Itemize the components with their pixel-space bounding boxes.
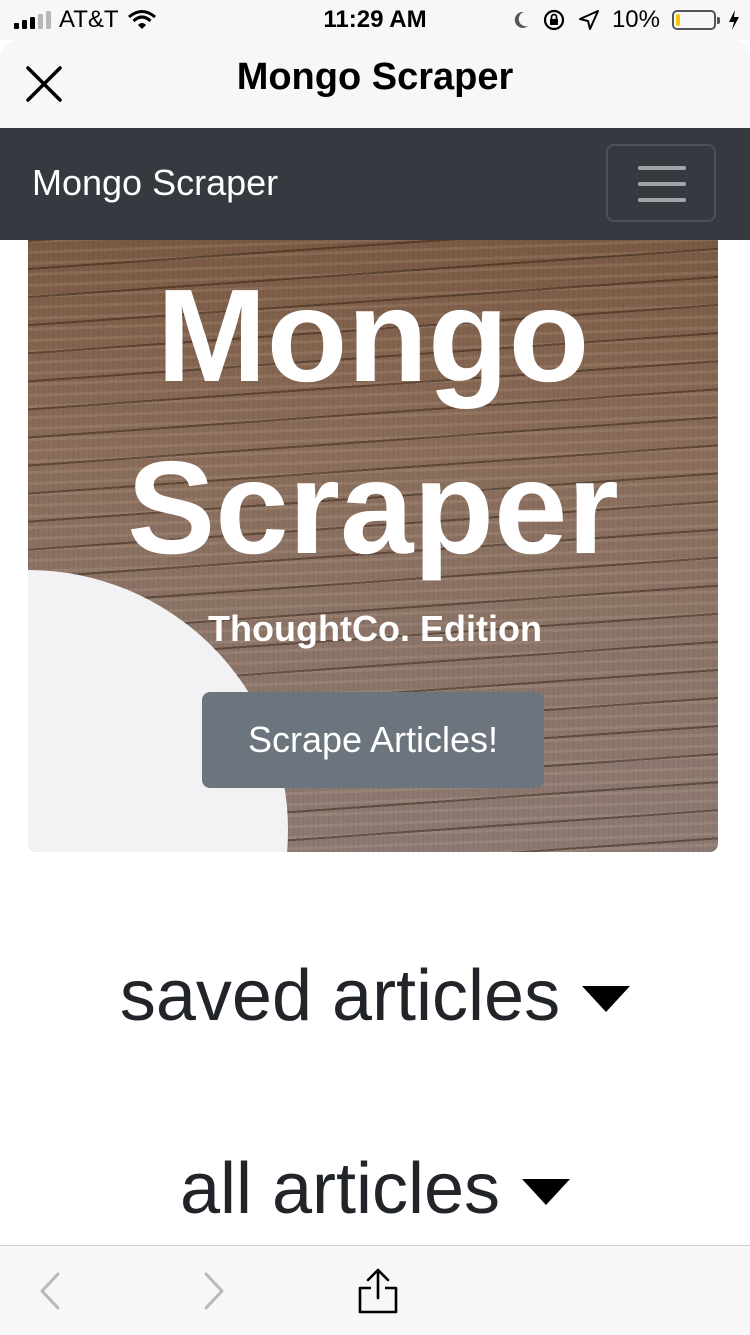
- battery-icon: [672, 10, 720, 30]
- location-icon: [578, 10, 599, 30]
- rotation-lock-icon: [543, 9, 565, 31]
- status-bar: AT&T 11:29 AM 10%: [0, 0, 750, 40]
- all-articles-label: all articles: [179, 1149, 501, 1229]
- charging-icon: [729, 10, 739, 30]
- status-right: 10%: [512, 6, 740, 34]
- scrape-articles-button[interactable]: Scrape Articles!: [202, 692, 544, 788]
- saved-articles-label: saved articles: [119, 956, 561, 1036]
- browser-sheet-header: Mongo Scraper: [0, 40, 750, 128]
- navbar: Mongo Scraper: [0, 128, 750, 240]
- back-icon[interactable]: [30, 1266, 74, 1316]
- moon-icon: [514, 11, 528, 28]
- battery-level: [676, 14, 680, 26]
- jumbotron-title: Mongo Scraper: [127, 262, 619, 581]
- navbar-brand[interactable]: Mongo Scraper: [32, 162, 278, 204]
- caret-down-icon: [522, 1179, 571, 1205]
- browser-toolbar: [0, 1245, 750, 1335]
- battery-percent: 10%: [611, 6, 660, 33]
- share-icon[interactable]: [356, 1266, 400, 1316]
- caret-down-icon: [582, 986, 631, 1012]
- all-articles-toggle[interactable]: all articles: [0, 1148, 750, 1230]
- sheet-title: Mongo Scraper: [236, 56, 514, 98]
- saved-articles-toggle[interactable]: saved articles: [0, 955, 750, 1037]
- forward-icon[interactable]: [190, 1266, 234, 1316]
- navbar-toggler-button[interactable]: [606, 144, 716, 222]
- jumbotron-subtitle: ThoughtCo. Edition: [208, 608, 542, 649]
